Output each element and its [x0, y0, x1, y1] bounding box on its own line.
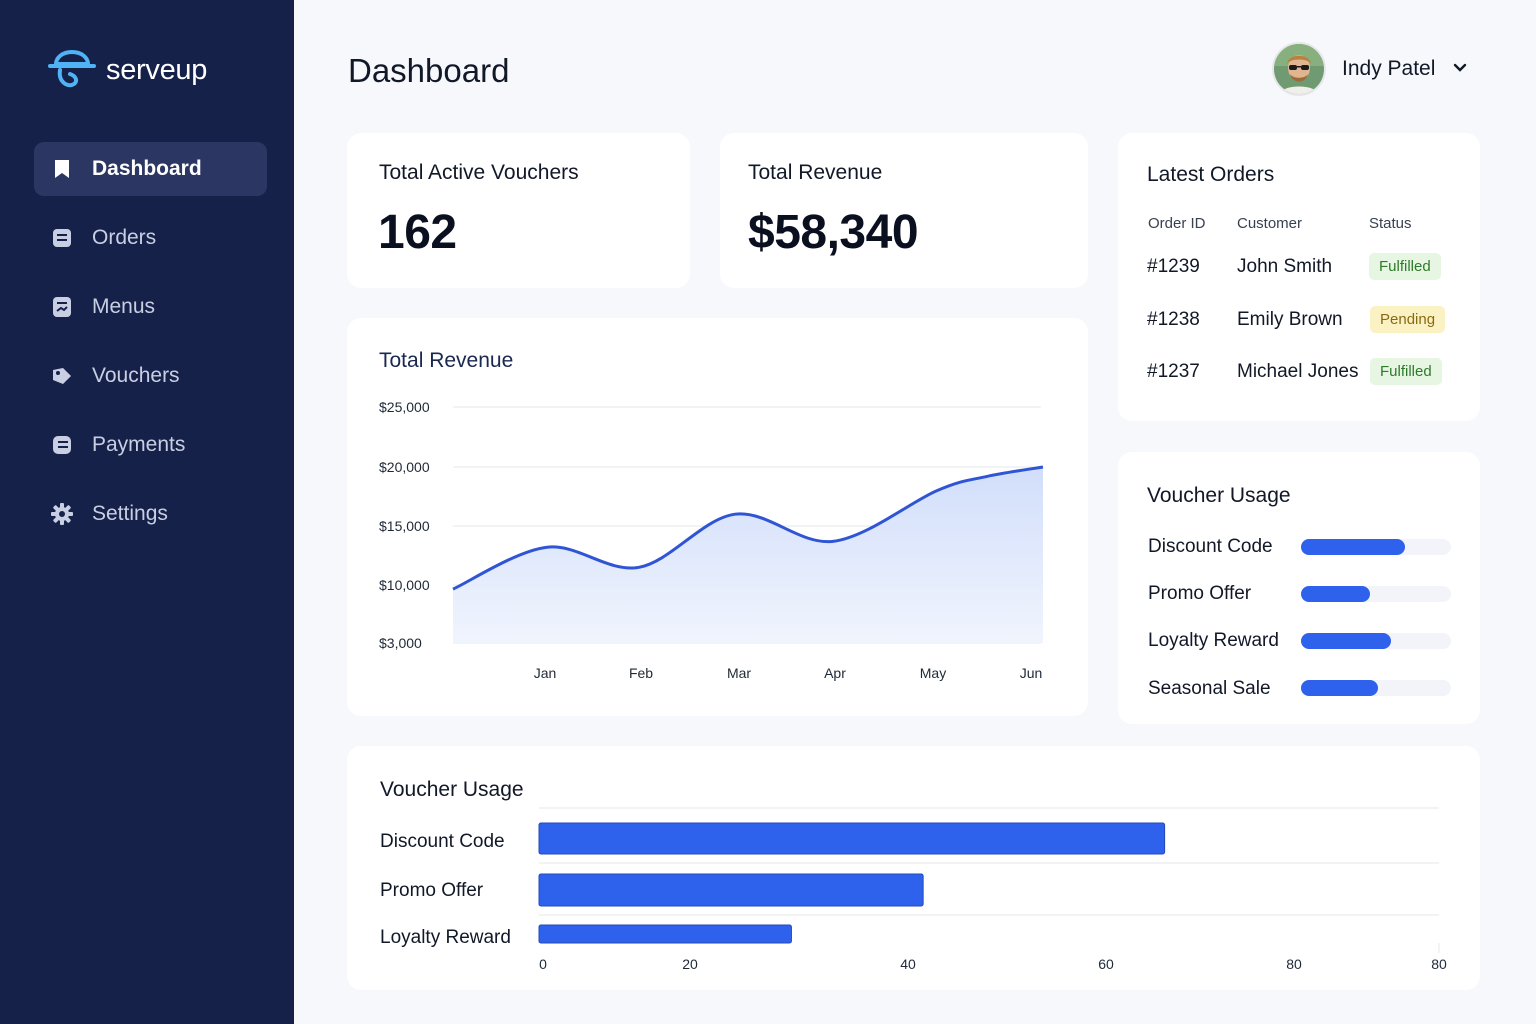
order-id: #1239 — [1147, 256, 1200, 277]
stat-label: Total Active Vouchers — [379, 161, 579, 184]
sidebar-nav: Dashboard Orders Menus Vouchers Payments — [34, 142, 267, 556]
sidebar-item-menus[interactable]: Menus — [34, 280, 267, 334]
y-tick-label: $15,000 — [379, 518, 430, 534]
order-id: #1238 — [1147, 309, 1200, 330]
serveup-logo-icon — [46, 44, 98, 97]
latest-orders-card: Latest Orders Order ID Customer Status #… — [1118, 133, 1480, 421]
y-tick-label: $10,000 — [379, 577, 430, 593]
x-tick-label: 20 — [682, 956, 698, 972]
y-tick-label: $20,000 — [379, 459, 430, 475]
payments-icon — [50, 433, 74, 457]
bar-category-label: Loyalty Reward — [380, 927, 511, 948]
stat-value: $58,340 — [748, 206, 919, 259]
sidebar-item-vouchers[interactable]: Vouchers — [34, 349, 267, 403]
chart-title: Voucher Usage — [380, 778, 524, 801]
app-name: serveup — [106, 54, 208, 86]
bar — [538, 822, 1166, 855]
voucher-usage-chart: Voucher Usage Discount Code Promo Offer Lo… — [380, 778, 1447, 972]
y-tick-label: $25,000 — [379, 399, 430, 415]
x-tick-label: Jun — [1020, 665, 1043, 681]
usage-label: Loyalty Reward — [1148, 630, 1279, 651]
usage-label: Discount Code — [1148, 536, 1273, 557]
revenue-chart: Total Revenue $25,000 $20,000 $15,000 $10,0… — [379, 349, 1044, 681]
usage-label: Promo Offer — [1148, 583, 1252, 604]
bar — [538, 873, 924, 907]
bookmark-icon — [50, 157, 74, 181]
voucher-usage-chart-card: Voucher Usage Discount Code Promo Offer Lo… — [347, 746, 1480, 990]
usage-bar-track — [1301, 586, 1451, 602]
chevron-down-icon — [1453, 60, 1467, 78]
order-customer: John Smith — [1237, 256, 1333, 277]
usage-bar-track — [1301, 680, 1451, 696]
x-tick-label: Apr — [824, 665, 846, 681]
stat-value: 162 — [378, 206, 457, 259]
revenue-chart-card: Total Revenue $25,000 $20,000 $15,000 $10,0… — [347, 318, 1088, 716]
x-tick-label: 40 — [900, 956, 916, 972]
bar-category-label: Promo Offer — [380, 880, 484, 901]
order-customer: Emily Brown — [1237, 309, 1343, 330]
column-header-order-id: Order ID — [1148, 215, 1206, 232]
column-header-customer: Customer — [1237, 215, 1303, 232]
status-badge: Fulfilled — [1369, 253, 1441, 280]
x-tick-label: May — [920, 665, 946, 681]
x-tick-label: 80 — [1286, 956, 1302, 972]
x-tick-label: Mar — [727, 665, 751, 681]
x-tick-label: 0 — [539, 956, 547, 972]
revenue-area — [453, 467, 1043, 643]
chart-title: Total Revenue — [379, 349, 513, 372]
page-title: Dashboard — [348, 52, 510, 89]
orders-title: Latest Orders — [1147, 163, 1275, 186]
sidebar-item-settings[interactable]: Settings — [34, 487, 267, 541]
usage-bar-fill — [1301, 633, 1391, 649]
sidebar-item-dashboard[interactable]: Dashboard — [34, 142, 267, 196]
sidebar-item-label: Settings — [92, 502, 168, 525]
voucher-icon — [50, 364, 74, 388]
bar — [538, 924, 792, 944]
status-badge: Pending — [1370, 306, 1446, 333]
stat-label: Total Revenue — [748, 161, 883, 184]
order-customer: Michael Jones — [1237, 361, 1359, 382]
x-tick-label: Feb — [629, 665, 653, 681]
usage-label: Seasonal Sale — [1148, 678, 1271, 699]
usage-bar-track — [1301, 633, 1451, 649]
sidebar-item-orders[interactable]: Orders — [34, 211, 267, 265]
status-badge: Fulfilled — [1370, 358, 1442, 385]
avatar — [1272, 42, 1326, 96]
bar-category-label: Discount Code — [380, 831, 505, 852]
voucher-usage-title: Voucher Usage — [1147, 484, 1291, 507]
orders-icon — [50, 226, 74, 250]
sidebar-item-label: Dashboard — [92, 157, 202, 180]
sidebar-item-label: Menus — [92, 295, 156, 318]
logo[interactable]: serveup — [46, 44, 207, 97]
usage-bar-fill — [1301, 586, 1370, 602]
x-tick-label: 60 — [1098, 956, 1114, 972]
voucher-usage-card: Voucher Usage Discount Code Promo Offer … — [1118, 452, 1480, 724]
user-menu[interactable]: Indy Patel — [1272, 42, 1467, 96]
stat-card-total-revenue: Total Revenue $58,340 — [720, 133, 1088, 288]
column-header-status: Status — [1369, 215, 1412, 232]
sidebar-item-label: Payments — [92, 433, 186, 456]
y-tick-label: $3,000 — [379, 635, 422, 651]
usage-bar-fill — [1301, 680, 1378, 696]
usage-bar-track — [1301, 539, 1451, 555]
sidebar-item-label: Vouchers — [92, 364, 180, 387]
stat-card-active-vouchers: Total Active Vouchers 162 — [347, 133, 690, 288]
sidebar: serveup Dashboard Orders Menus Vouchers — [0, 0, 294, 1024]
sidebar-item-label: Orders — [92, 226, 157, 249]
user-name: Indy Patel — [1342, 57, 1436, 80]
x-tick-label: Jan — [534, 665, 557, 681]
order-id: #1237 — [1147, 361, 1200, 382]
usage-bar-fill — [1301, 539, 1405, 555]
x-tick-label: 80 — [1431, 956, 1447, 972]
sidebar-item-payments[interactable]: Payments — [34, 418, 267, 472]
menus-icon — [50, 295, 74, 319]
gear-icon — [50, 502, 74, 526]
